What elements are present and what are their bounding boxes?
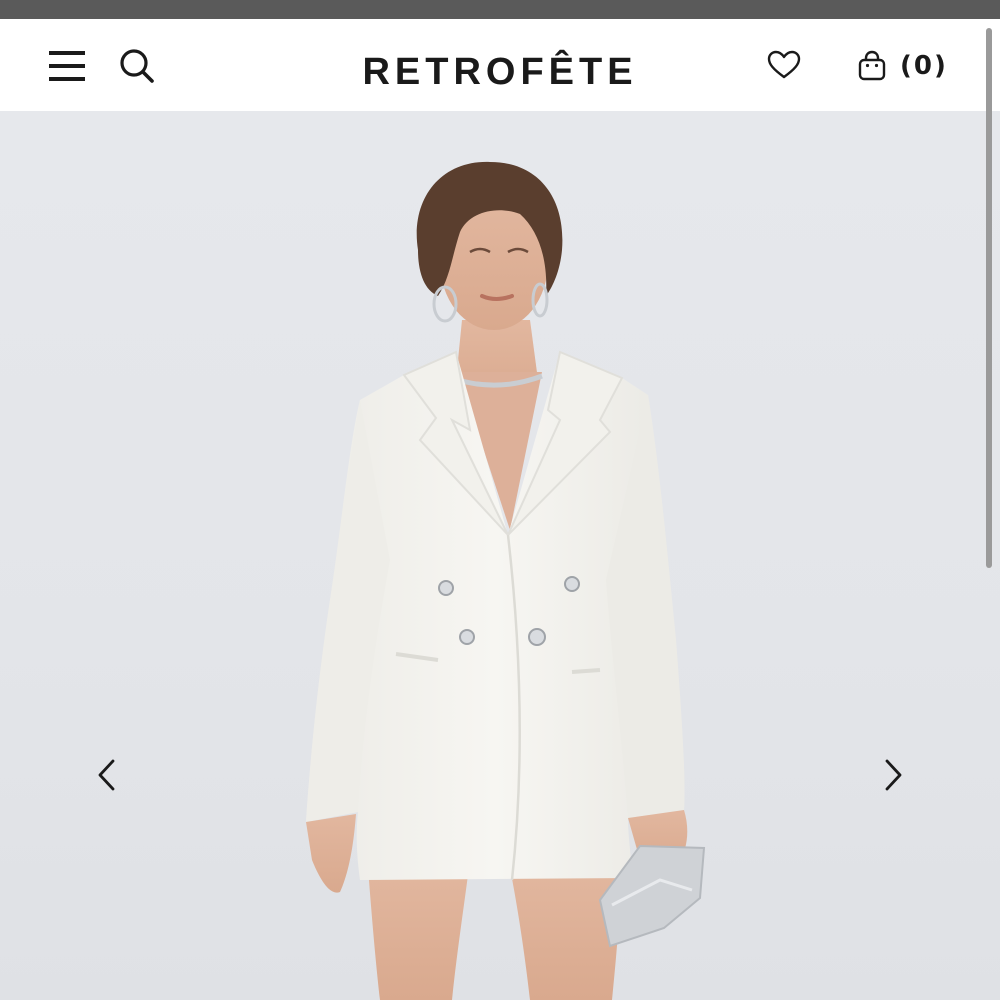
search-button[interactable] — [114, 43, 160, 89]
product-photo — [306, 161, 706, 1000]
product-image-carousel[interactable] — [0, 111, 1000, 1000]
next-image-button[interactable] — [872, 753, 916, 797]
site-header: RETROFÊTE (0) — [0, 19, 1000, 111]
chevron-right-icon — [885, 759, 902, 791]
cart-button[interactable] — [852, 47, 892, 85]
menu-button[interactable] — [44, 45, 90, 87]
cart-count[interactable]: (0) — [900, 49, 948, 83]
brand-logo[interactable]: RETROFÊTE — [300, 49, 700, 95]
heart-icon — [767, 50, 801, 79]
status-strip — [0, 0, 1000, 19]
wishlist-button[interactable] — [762, 45, 806, 85]
previous-image-button[interactable] — [84, 753, 128, 797]
search-icon — [120, 49, 154, 83]
shopping-bag-icon — [858, 50, 886, 81]
chevron-left-icon — [98, 759, 115, 791]
page-scrollbar[interactable] — [986, 28, 992, 568]
menu-icon — [49, 51, 85, 81]
